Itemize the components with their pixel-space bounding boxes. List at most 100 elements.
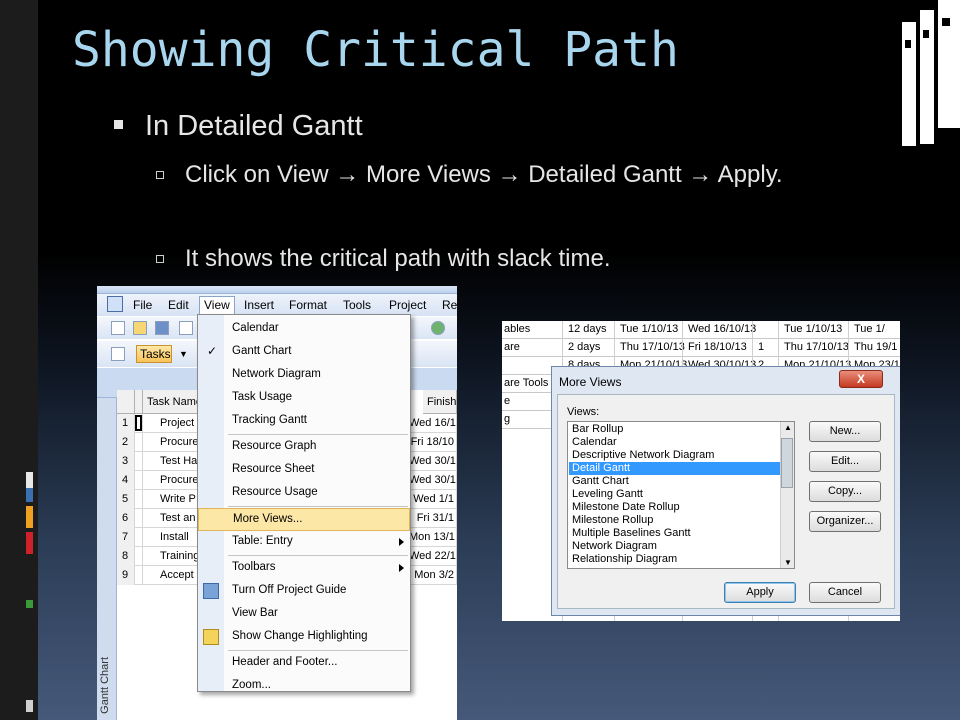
view-menu-item[interactable]: Table: Entry	[198, 531, 410, 554]
background-cell: 1	[758, 341, 765, 353]
view-menu-item[interactable]: Calendar	[198, 318, 410, 341]
views-listbox[interactable]: Bar Rollup Calendar Descriptive Network Di…	[567, 421, 795, 569]
menu-bar: File Edit View Insert Format Tools Proje…	[97, 294, 457, 316]
view-menu-item[interactable]: Task Usage	[198, 387, 410, 410]
submenu-arrow-icon	[399, 538, 404, 546]
menu-item-label: Resource Graph	[232, 440, 317, 452]
menu-separator	[228, 434, 408, 435]
row-id: 9	[117, 566, 135, 585]
scroll-thumb[interactable]	[781, 438, 793, 488]
view-list-item[interactable]: Descriptive Network Diagram	[569, 449, 781, 462]
menu-report[interactable]: Re	[442, 298, 457, 312]
view-menu-item[interactable]: Gantt Chart ✓	[198, 341, 410, 364]
view-menu-item[interactable]: Resource Sheet	[198, 459, 410, 482]
bullet-text: In Detailed Gantt	[145, 110, 363, 142]
background-cell: are Tools	[504, 377, 549, 389]
close-button[interactable]: X	[839, 370, 883, 388]
view-menu-item[interactable]: Toolbars	[198, 557, 410, 580]
background-cell: Thu 19/1	[854, 341, 898, 353]
row-id: 8	[117, 547, 135, 566]
deco-bar-grey	[26, 700, 33, 712]
background-cell: 2 days	[568, 341, 601, 353]
view-list-item[interactable]: Calendar	[569, 436, 781, 449]
menu-edit[interactable]: Edit	[168, 298, 189, 312]
gantt-chart-label: Gantt Chart	[99, 657, 111, 714]
view-list-item[interactable]: Detail Gantt	[569, 462, 781, 475]
row-id: 3	[117, 452, 135, 471]
row-indicator	[135, 528, 143, 547]
save-icon[interactable]	[155, 321, 169, 335]
view-menu-item[interactable]: Turn Off Project Guide	[198, 580, 410, 603]
view-menu-item[interactable]: Header and Footer...	[198, 652, 410, 675]
views-scrollbar[interactable]: ▲ ▼	[780, 422, 794, 568]
copy-button[interactable]: Copy...	[809, 481, 881, 502]
menu-tools[interactable]: Tools	[343, 298, 371, 312]
finish-cell: Mon 13/1	[409, 528, 457, 547]
edit-button[interactable]: Edit...	[809, 451, 881, 472]
view-list-item[interactable]: Multiple Baselines Gantt	[569, 527, 781, 540]
view-menu-item[interactable]: More Views...	[198, 508, 410, 531]
row-id: 4	[117, 471, 135, 490]
scroll-down-icon[interactable]: ▼	[784, 558, 792, 567]
print-icon[interactable]	[179, 321, 193, 335]
tasks-button[interactable]: Tasks	[136, 345, 172, 363]
view-menu-item[interactable]: Resource Graph	[198, 436, 410, 459]
view-list-item[interactable]: Relationship Diagram	[569, 553, 781, 566]
row-indicator	[135, 566, 143, 585]
view-icon[interactable]	[111, 347, 125, 361]
apply-button[interactable]: Apply	[724, 582, 796, 603]
menu-insert[interactable]: Insert	[244, 298, 274, 312]
background-cell: Thu 17/10/13	[784, 341, 849, 353]
more-views-screenshot: ables 12 days Tue 1/10/13 Wed 16/10/13 Tue 1…	[502, 321, 900, 621]
view-menu-item[interactable]: Tracking Gantt	[198, 410, 410, 433]
view-menu-item[interactable]: Show Change Highlighting	[198, 626, 410, 649]
header-finish: Finish	[423, 390, 457, 414]
menu-view[interactable]: View	[199, 296, 235, 315]
view-menu-item[interactable]: Zoom...	[198, 675, 410, 698]
subbullet-critical-path: It shows the critical path with slack ti…	[156, 243, 856, 275]
menu-project[interactable]: Project	[389, 298, 426, 312]
finish-cell: Wed 30/10	[409, 452, 457, 471]
window-title-strip	[97, 286, 457, 294]
finish-cell: Wed 1/1	[409, 490, 457, 509]
view-list-item[interactable]: Milestone Date Rollup	[569, 501, 781, 514]
new-button[interactable]: New...	[809, 421, 881, 442]
finish-cell: Wed 22/1	[409, 547, 457, 566]
organizer-button[interactable]: Organizer...	[809, 511, 881, 532]
view-list-item[interactable]: Network Diagram	[569, 540, 781, 553]
view-menu-item[interactable]: View Bar	[198, 603, 410, 626]
menu-item-label: Turn Off Project Guide	[232, 584, 347, 596]
project-app-icon[interactable]	[107, 296, 123, 312]
left-band	[0, 0, 38, 720]
new-icon[interactable]	[111, 321, 125, 335]
cancel-button[interactable]: Cancel	[809, 582, 881, 603]
scroll-up-icon[interactable]: ▲	[784, 423, 792, 432]
menu-item-label: Toolbars	[232, 561, 276, 573]
open-icon[interactable]	[133, 321, 147, 335]
row-id: 6	[117, 509, 135, 528]
menu-file[interactable]: File	[133, 298, 152, 312]
view-list-item[interactable]: Bar Rollup	[569, 423, 781, 436]
globe-icon[interactable]	[431, 321, 445, 335]
background-cell: g	[504, 413, 511, 425]
menu-format[interactable]: Format	[289, 298, 327, 312]
view-menu-item[interactable]: Resource Usage	[198, 482, 410, 505]
row-id: 1	[117, 414, 135, 433]
subbullet-text: Click on View → More Views → Detailed Ga…	[185, 161, 783, 188]
menu-item-label: Show Change Highlighting	[232, 630, 368, 642]
menu-separator	[228, 650, 408, 651]
menu-item-label: Resource Sheet	[232, 463, 315, 475]
view-list-item[interactable]: Milestone Rollup	[569, 514, 781, 527]
slide-title: Showing Critical Path	[72, 22, 679, 78]
view-list-item[interactable]: Leveling Gantt	[569, 488, 781, 501]
menu-item-label: Table: Entry	[232, 535, 293, 547]
view-menu-item[interactable]: Network Diagram	[198, 364, 410, 387]
tasks-dropdown-arrow[interactable]: ▼	[179, 349, 188, 359]
row-id: 5	[117, 490, 135, 509]
row-id: 2	[117, 433, 135, 452]
view-list-item[interactable]: Gantt Chart	[569, 475, 781, 488]
menu-item-label: Header and Footer...	[232, 656, 338, 668]
menu-item-label: Zoom...	[232, 679, 271, 691]
dialog-title: More Views	[559, 375, 622, 389]
background-cell: Tue 1/10/13	[784, 323, 843, 335]
